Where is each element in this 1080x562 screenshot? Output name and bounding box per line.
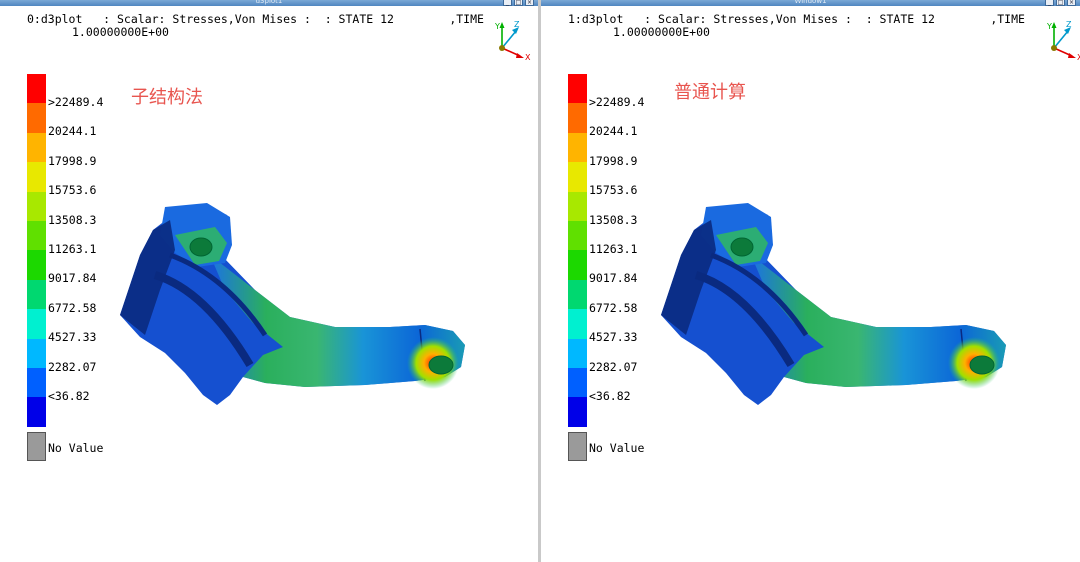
fringe-legend: >22489.4 20244.1 17998.9 15753.6 13508.3 1126… <box>568 74 644 427</box>
window-controls: _ □ × <box>1045 0 1076 6</box>
legend-label: 6772.58 <box>48 300 97 315</box>
maximize-button[interactable]: □ <box>514 0 523 6</box>
legend-label: 13508.3 <box>589 212 638 227</box>
y-axis-label: Y <box>1046 22 1052 31</box>
z-axis-line <box>1053 30 1069 49</box>
legend-label: 20244.1 <box>48 124 97 139</box>
legend-label: 11263.1 <box>48 242 97 256</box>
maximize-button[interactable]: □ <box>1056 0 1065 6</box>
legend-swatch <box>27 309 46 339</box>
axis-triad: Y Z X <box>1046 20 1080 62</box>
legend-swatch <box>27 132 46 163</box>
legend-label: 20244.1 <box>589 124 638 139</box>
z-axis-line <box>501 30 517 49</box>
window-title: d3plot1 <box>255 0 283 5</box>
legend-swatch <box>27 397 46 427</box>
no-value-label: No Value <box>589 441 645 455</box>
legend-swatch <box>568 367 587 398</box>
legend-label: 15753.6 <box>589 183 638 198</box>
legend-label: <36.82 <box>589 389 631 403</box>
x-axis-arrow <box>1068 53 1076 58</box>
lower-hole <box>428 355 454 375</box>
triad-origin <box>1051 45 1057 51</box>
legend-label: 2282.07 <box>589 359 638 374</box>
triad-origin <box>499 45 505 51</box>
legend-swatch <box>568 132 587 163</box>
legend-swatch <box>27 338 46 368</box>
legend-label: 9017.84 <box>48 271 97 286</box>
legend-swatch <box>568 338 587 368</box>
legend-label: 2282.07 <box>48 359 97 374</box>
legend-swatch <box>27 162 46 192</box>
fringe-model[interactable] <box>115 195 480 410</box>
axis-triad: Y Z X <box>494 20 531 62</box>
legend-swatch <box>568 397 587 427</box>
fringe-legend: >22489.4 20244.1 17998.9 15753.6 13508.3 1126… <box>27 74 103 427</box>
legend-label: 15753.6 <box>48 183 97 198</box>
legend-label: 13508.3 <box>48 212 97 227</box>
window-titlebar[interactable]: d3plot1 _ □ × <box>0 0 538 6</box>
legend-label: >22489.4 <box>589 95 645 109</box>
legend-label: >22489.4 <box>48 95 104 109</box>
y-axis-label: Y <box>494 22 500 31</box>
legend-swatch <box>568 74 587 104</box>
upper-hole <box>189 237 213 257</box>
header-line-2: 1.00000000E+00 <box>613 25 710 39</box>
legend-label: 17998.9 <box>589 153 638 168</box>
legend-label: 6772.58 <box>589 300 638 315</box>
legend-swatch <box>568 103 587 133</box>
minimize-button[interactable]: _ <box>503 0 512 6</box>
lower-hole <box>969 355 995 375</box>
legend-swatch <box>27 220 46 251</box>
legend-label: <36.82 <box>48 389 90 403</box>
legend-label: 9017.84 <box>589 271 638 286</box>
legend-label: 4527.33 <box>589 330 638 345</box>
viewport-left[interactable]: d3plot1 _ □ × 0:d3plot : Scalar: Stresse… <box>0 0 538 562</box>
window-titlebar[interactable]: Window1 _ □ × <box>541 0 1080 6</box>
window-controls: _ □ × <box>503 0 534 6</box>
minimize-button[interactable]: _ <box>1045 0 1054 6</box>
legend-swatch <box>27 74 46 104</box>
legend-swatch <box>27 191 46 221</box>
x-axis-arrow <box>516 53 524 58</box>
no-value-label: No Value <box>48 441 104 455</box>
plot-header: 1:d3plot : Scalar: Stresses,Von Mises : … <box>568 13 1025 39</box>
method-annotation: 普通计算 <box>674 82 746 103</box>
legend-swatch <box>568 279 587 310</box>
header-line-2: 1.00000000E+00 <box>72 25 169 39</box>
close-button[interactable]: × <box>1067 0 1076 6</box>
legend-swatch <box>27 279 46 310</box>
fringe-model[interactable] <box>656 195 1021 410</box>
legend-swatch <box>568 309 587 339</box>
z-axis-label: Z <box>1066 20 1072 29</box>
legend-label: 4527.33 <box>48 330 97 345</box>
no-value-swatch <box>27 432 46 461</box>
legend-swatch <box>568 191 587 221</box>
x-axis-label: X <box>525 53 531 62</box>
no-value-swatch <box>568 432 587 461</box>
viewport-right[interactable]: Window1 _ □ × 1:d3plot : Scalar: Stresse… <box>541 0 1080 562</box>
z-axis-label: Z <box>514 20 520 29</box>
y-axis-arrow <box>499 22 505 28</box>
legend-label: 17998.9 <box>48 153 97 168</box>
legend-swatch <box>27 367 46 398</box>
legend-swatch <box>568 250 587 280</box>
upper-hole <box>730 237 754 257</box>
y-axis-arrow <box>1051 22 1057 28</box>
method-annotation: 子结构法 <box>131 87 203 108</box>
plot-header: 0:d3plot : Scalar: Stresses,Von Mises : … <box>27 13 484 39</box>
legend-swatch <box>568 162 587 192</box>
legend-swatch <box>27 250 46 280</box>
legend-swatch <box>568 220 587 251</box>
close-button[interactable]: × <box>525 0 534 6</box>
window-title: Window1 <box>794 0 827 5</box>
legend-label: 11263.1 <box>589 242 638 256</box>
legend-swatch <box>27 103 46 133</box>
